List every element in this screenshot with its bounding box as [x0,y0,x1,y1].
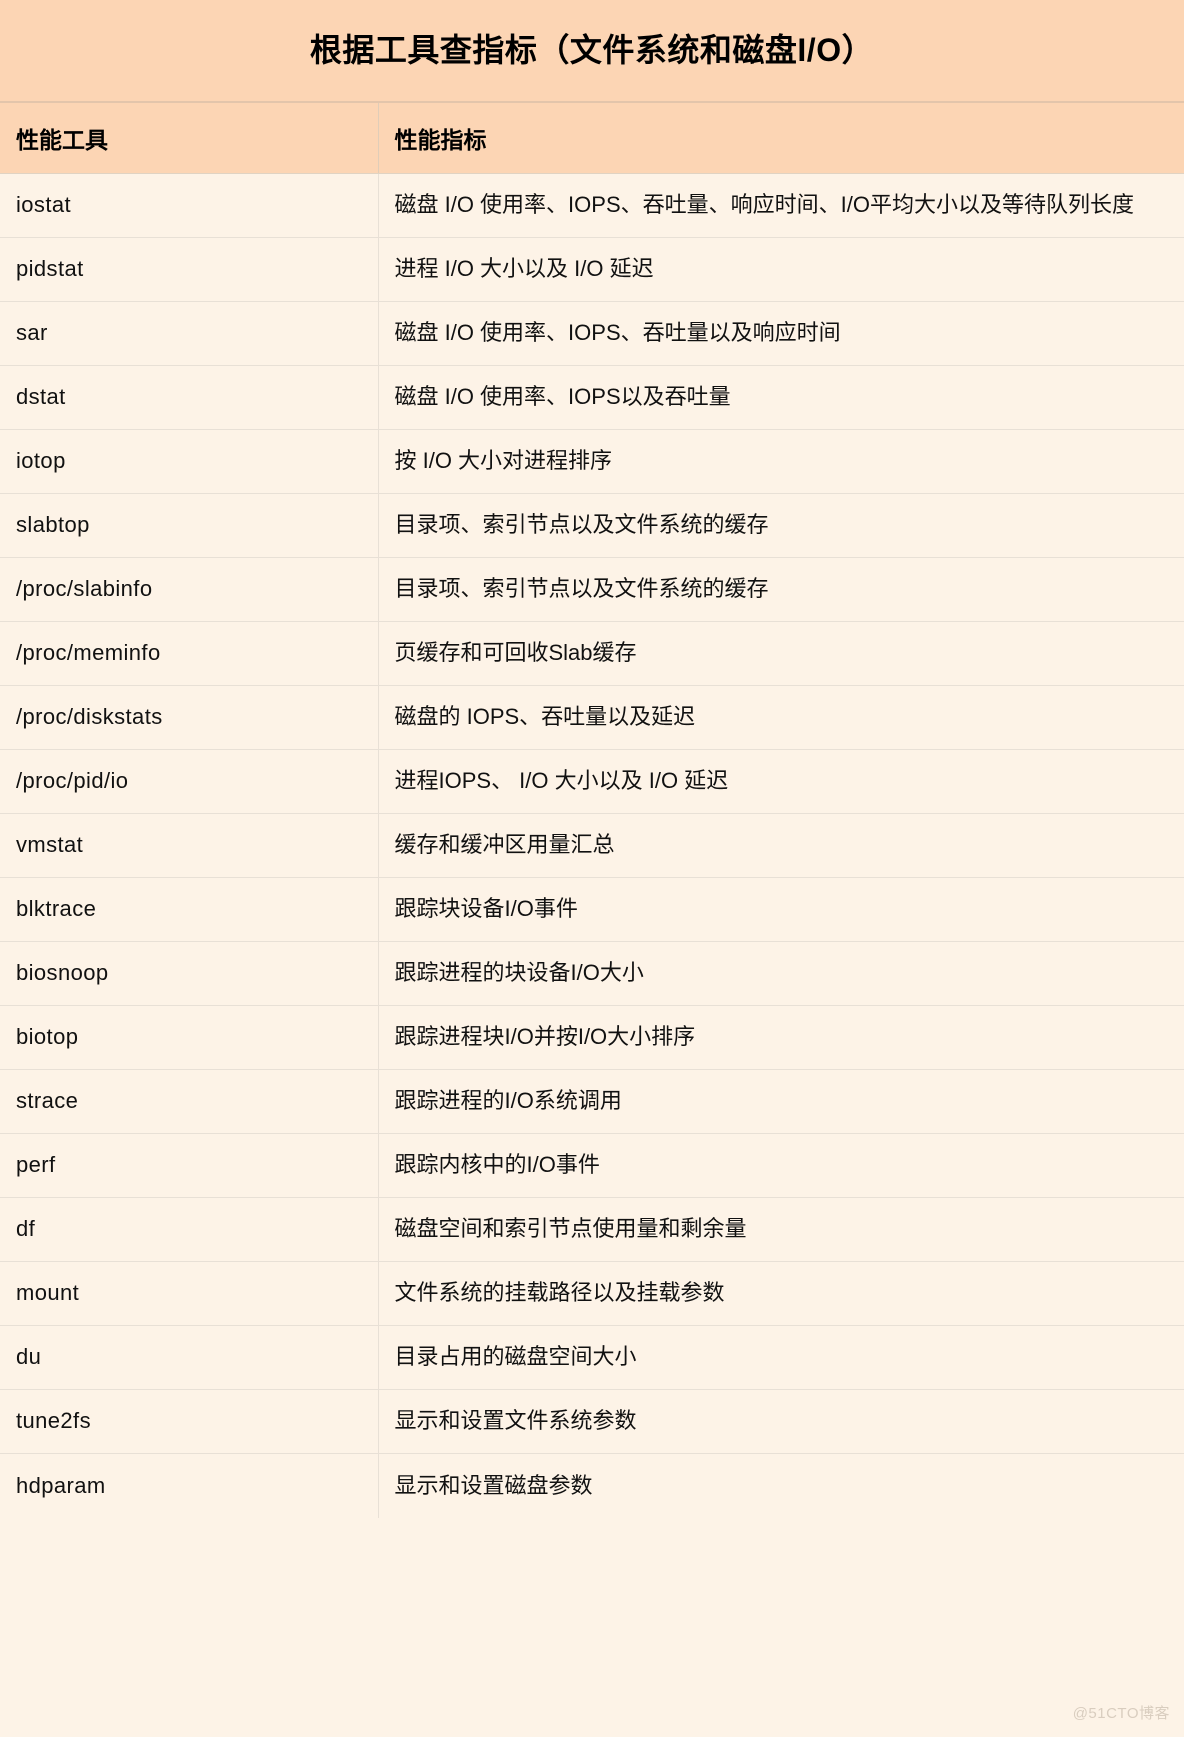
cell-tool: slabtop [0,493,379,558]
cell-tool: du [0,1325,379,1390]
cell-metric: 目录项、索引节点以及文件系统的缓存 [378,557,1184,622]
table-header-row: 性能工具 性能指标 [0,103,1184,174]
cell-metric: 进程 I/O 大小以及 I/O 延迟 [378,237,1184,302]
cell-metric: 跟踪内核中的I/O事件 [378,1133,1184,1198]
column-header-metric: 性能指标 [378,103,1184,174]
cell-tool: /proc/meminfo [0,621,379,686]
cell-tool: iotop [0,429,379,494]
cell-tool: iostat [0,173,379,238]
cell-tool: pidstat [0,237,379,302]
table-row: biosnoop 跟踪进程的块设备I/O大小 [0,941,1184,1006]
cell-metric: 目录占用的磁盘空间大小 [378,1325,1184,1390]
table-row: slabtop 目录项、索引节点以及文件系统的缓存 [0,493,1184,558]
cell-tool: biotop [0,1005,379,1070]
table-row: vmstat 缓存和缓冲区用量汇总 [0,813,1184,878]
document-sheet: 根据工具查指标（文件系统和磁盘I/O） 性能工具 性能指标 iostat 磁盘 I… [0,0,1184,1737]
cell-tool: /proc/diskstats [0,685,379,750]
title-banner: 根据工具查指标（文件系统和磁盘I/O） [0,0,1184,103]
cell-metric: 跟踪进程块I/O并按I/O大小排序 [378,1005,1184,1070]
table-row: /proc/slabinfo 目录项、索引节点以及文件系统的缓存 [0,557,1184,622]
cell-metric: 文件系统的挂载路径以及挂载参数 [378,1261,1184,1326]
table-row: /proc/meminfo 页缓存和可回收Slab缓存 [0,621,1184,686]
table-row: sar 磁盘 I/O 使用率、IOPS、吞吐量以及响应时间 [0,301,1184,366]
cell-tool: dstat [0,365,379,430]
cell-metric: 磁盘 I/O 使用率、IOPS、吞吐量、响应时间、I/O平均大小以及等待队列长度 [378,173,1184,238]
table-row: perf 跟踪内核中的I/O事件 [0,1133,1184,1198]
cell-tool: strace [0,1069,379,1134]
table-header: 性能工具 性能指标 [0,103,1184,174]
cell-tool: vmstat [0,813,379,878]
cell-metric: 跟踪进程的I/O系统调用 [378,1069,1184,1134]
table-body: iostat 磁盘 I/O 使用率、IOPS、吞吐量、响应时间、I/O平均大小以及… [0,173,1184,1518]
cell-metric: 磁盘的 IOPS、吞吐量以及延迟 [378,685,1184,750]
cell-metric: 目录项、索引节点以及文件系统的缓存 [378,493,1184,558]
table-row: du 目录占用的磁盘空间大小 [0,1325,1184,1390]
cell-tool: perf [0,1133,379,1198]
column-header-tool: 性能工具 [0,103,379,174]
cell-tool: biosnoop [0,941,379,1006]
metrics-table: 性能工具 性能指标 iostat 磁盘 I/O 使用率、IOPS、吞吐量、响应时间… [0,103,1184,1518]
table-row: hdparam 显示和设置磁盘参数 [0,1453,1184,1518]
page-title: 根据工具查指标（文件系统和磁盘I/O） [309,32,875,69]
table-row: mount 文件系统的挂载路径以及挂载参数 [0,1261,1184,1326]
cell-metric: 磁盘 I/O 使用率、IOPS以及吞吐量 [378,365,1184,430]
table-row: /proc/pid/io 进程IOPS、 I/O 大小以及 I/O 延迟 [0,749,1184,814]
cell-metric: 显示和设置文件系统参数 [378,1389,1184,1454]
cell-tool: blktrace [0,877,379,942]
cell-metric: 跟踪块设备I/O事件 [378,877,1184,942]
cell-tool: /proc/pid/io [0,749,379,814]
table-row: blktrace 跟踪块设备I/O事件 [0,877,1184,942]
cell-metric: 磁盘 I/O 使用率、IOPS、吞吐量以及响应时间 [378,301,1184,366]
cell-tool: hdparam [0,1453,379,1518]
cell-tool: /proc/slabinfo [0,557,379,622]
table-row: iotop 按 I/O 大小对进程排序 [0,429,1184,494]
table-row: pidstat 进程 I/O 大小以及 I/O 延迟 [0,237,1184,302]
cell-metric: 磁盘空间和索引节点使用量和剩余量 [378,1197,1184,1262]
cell-tool: tune2fs [0,1389,379,1454]
watermark: @51CTO博客 [1072,1705,1170,1722]
cell-metric: 按 I/O 大小对进程排序 [378,429,1184,494]
cell-metric: 进程IOPS、 I/O 大小以及 I/O 延迟 [378,749,1184,814]
table-row: biotop 跟踪进程块I/O并按I/O大小排序 [0,1005,1184,1070]
cell-metric: 页缓存和可回收Slab缓存 [378,621,1184,686]
table-row: dstat 磁盘 I/O 使用率、IOPS以及吞吐量 [0,365,1184,430]
cell-metric: 缓存和缓冲区用量汇总 [378,813,1184,878]
cell-tool: mount [0,1261,379,1326]
table-row: iostat 磁盘 I/O 使用率、IOPS、吞吐量、响应时间、I/O平均大小以及… [0,173,1184,238]
cell-metric: 显示和设置磁盘参数 [378,1453,1184,1518]
table-row: df 磁盘空间和索引节点使用量和剩余量 [0,1197,1184,1262]
cell-metric: 跟踪进程的块设备I/O大小 [378,941,1184,1006]
table-row: tune2fs 显示和设置文件系统参数 [0,1389,1184,1454]
cell-tool: sar [0,301,379,366]
cell-tool: df [0,1197,379,1262]
table-row: strace 跟踪进程的I/O系统调用 [0,1069,1184,1134]
table-row: /proc/diskstats 磁盘的 IOPS、吞吐量以及延迟 [0,685,1184,750]
